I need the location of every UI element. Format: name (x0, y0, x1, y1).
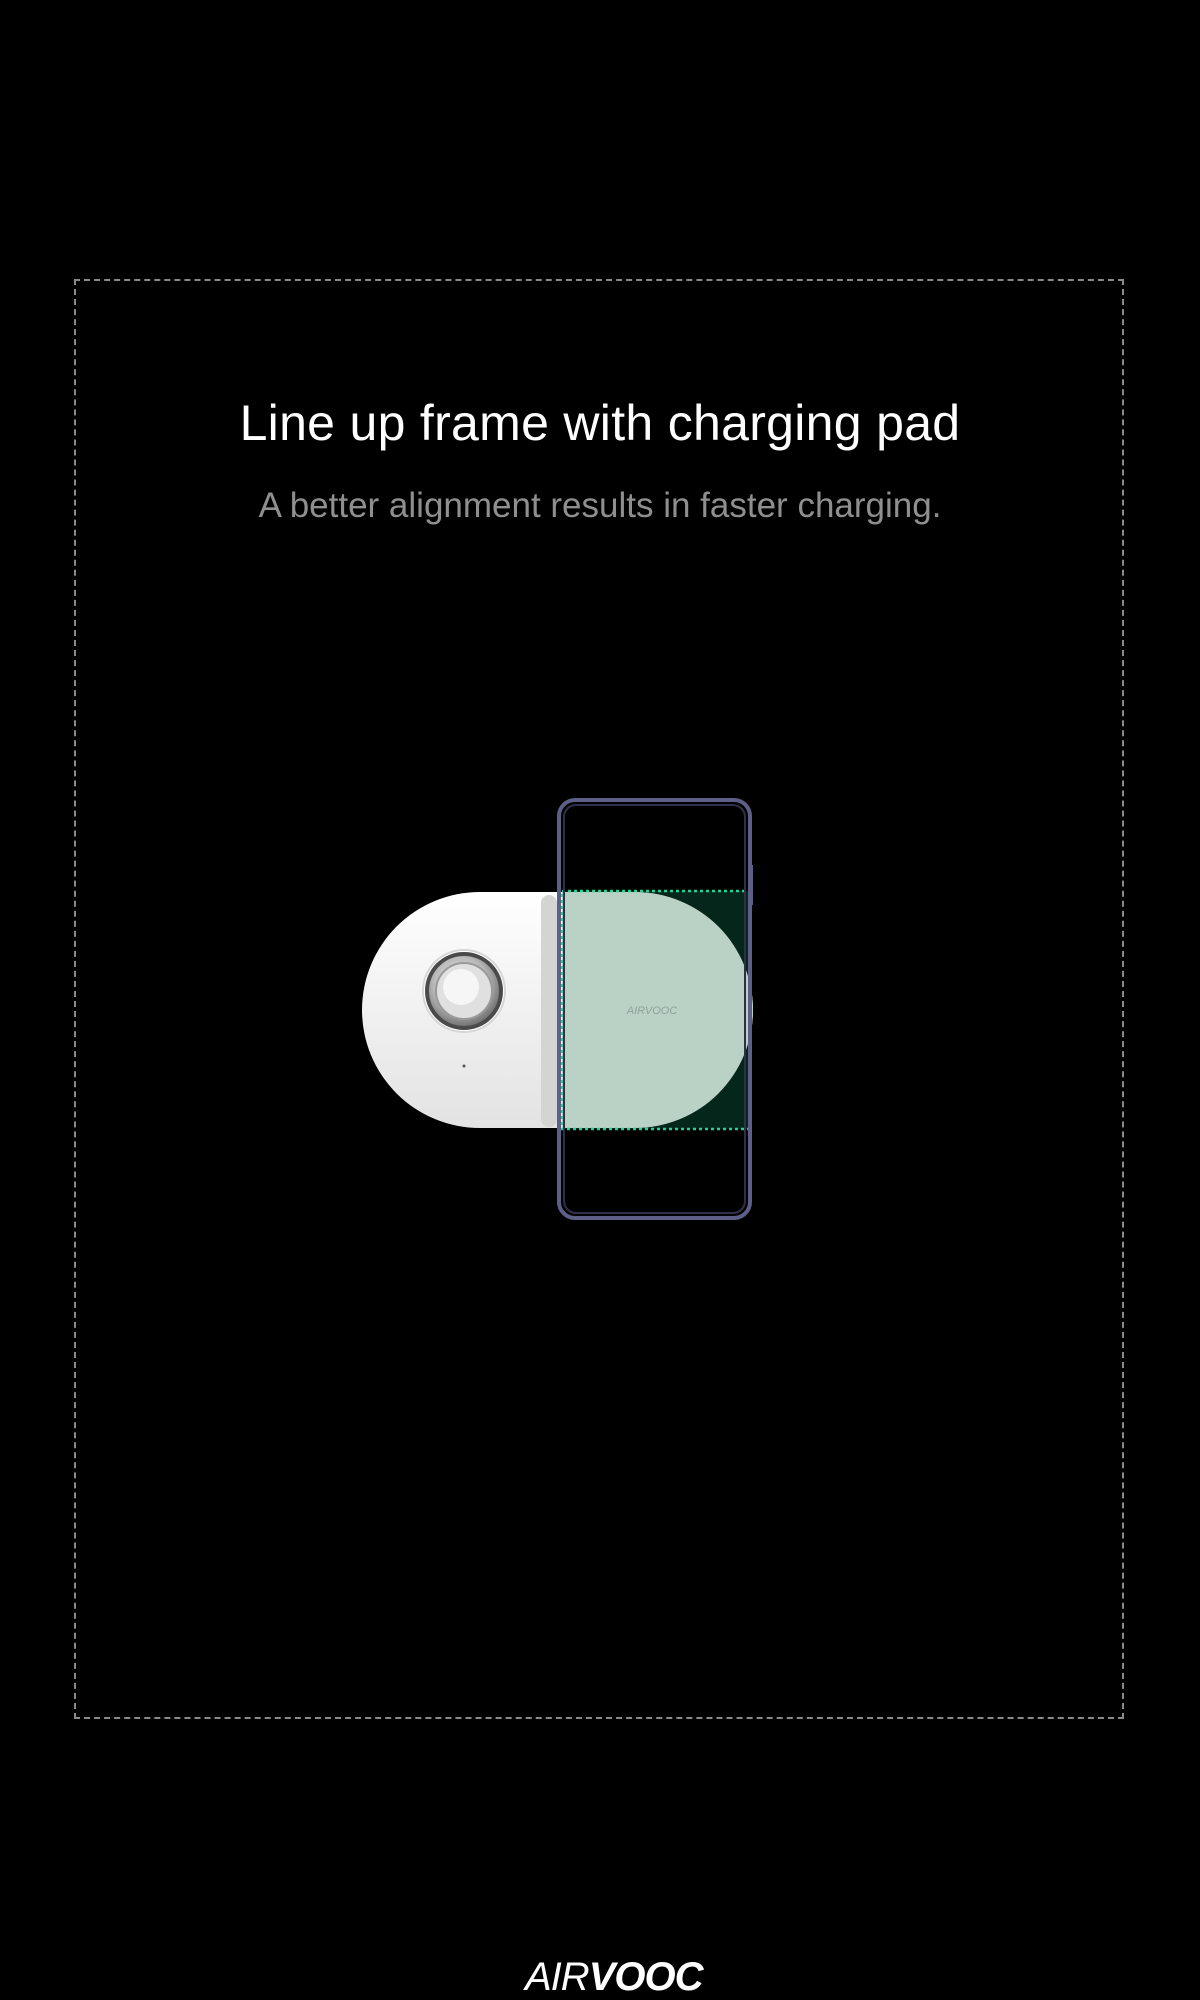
page-subtitle: A better alignment results in faster cha… (258, 486, 942, 525)
charging-alignment-screen: Line up frame with charging pad A better… (0, 0, 1200, 2000)
brand-air-text: AIR (525, 1955, 590, 1999)
airvooc-logo: AIR VOOC (525, 1955, 703, 2000)
fan-knob-icon (422, 949, 506, 1033)
page-title: Line up frame with charging pad (239, 395, 961, 451)
charging-pad-illustration: AIRVOOC (362, 798, 753, 1220)
alignment-target-area: AIRVOOC (560, 889, 753, 1131)
pad-logo: AIRVOOC (626, 1005, 678, 1017)
status-led (462, 1064, 466, 1068)
brand-vooc-text: VOOC (588, 1955, 704, 1999)
